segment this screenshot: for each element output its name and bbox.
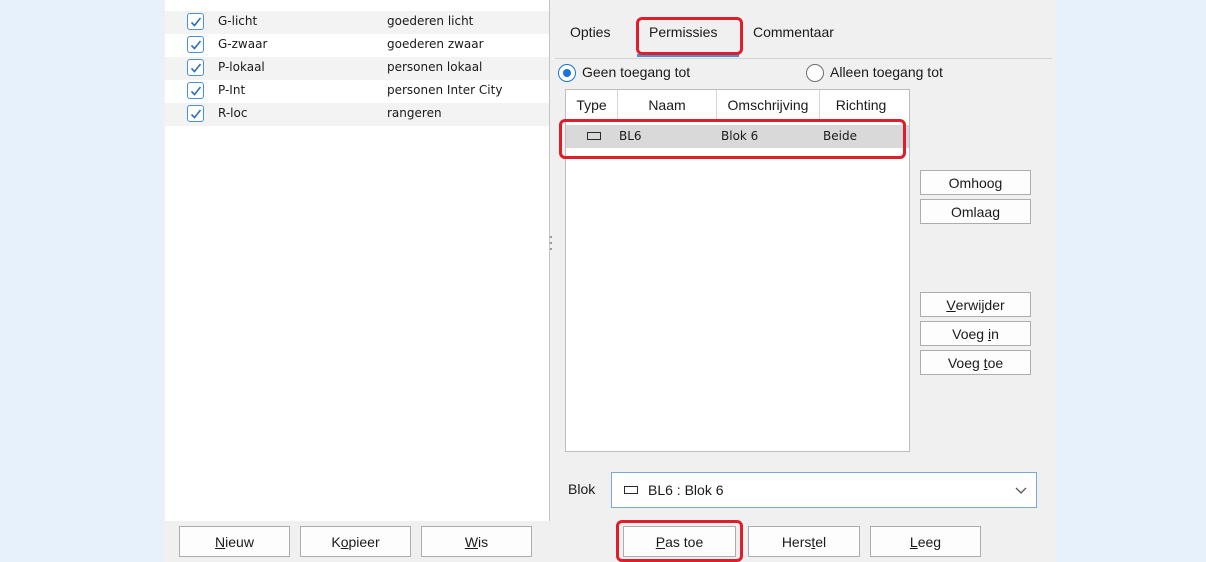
no-access-label[interactable]: Geen toegang tot: [582, 64, 690, 80]
list-item[interactable]: G-zwaar goederen zwaar: [165, 34, 549, 57]
copy-button[interactable]: Ko pieer: [300, 526, 411, 557]
new-button-mnemonic: N: [215, 533, 226, 550]
tab-commentaar[interactable]: Commentaar: [753, 24, 834, 40]
reset-button[interactable]: Hers t el: [748, 526, 860, 557]
list-item-code: G-zwaar: [218, 37, 268, 51]
new-button[interactable]: Nieuw: [179, 526, 290, 557]
delete-button-label-rest: is: [478, 533, 489, 550]
move-up-button[interactable]: Omhoog: [920, 170, 1031, 195]
list-item-code: P-Int: [218, 83, 246, 97]
delete-button-mnemonic: W: [464, 533, 479, 550]
clear-button[interactable]: Leeg: [870, 526, 981, 557]
check-icon: [190, 17, 202, 27]
only-access-radio[interactable]: [806, 64, 824, 82]
copy-button-label-rest: pieer: [348, 533, 380, 550]
apply-button-highlight: [616, 520, 743, 562]
only-access-label[interactable]: Alleen toegang tot: [830, 64, 943, 80]
remove-button-label-rest: erwijder: [955, 296, 1005, 313]
move-down-button[interactable]: Omlaag: [920, 199, 1031, 224]
check-icon: [190, 63, 202, 73]
copy-button-label: K: [331, 533, 341, 550]
insert-button-label: Voeg: [952, 325, 988, 342]
checkbox[interactable]: [187, 59, 204, 76]
delete-button[interactable]: Wis: [421, 526, 532, 557]
checkbox[interactable]: [187, 105, 204, 122]
list-item-code: P-lokaal: [218, 60, 265, 74]
list-item-description: rangeren: [387, 106, 442, 120]
train-type-list: G-licht goederen licht G-zwaar goederen …: [165, 0, 549, 521]
column-header-direction[interactable]: Richting: [820, 90, 902, 120]
left-background: [0, 0, 163, 562]
check-icon: [190, 109, 202, 119]
clear-button-label-rest: eeg: [917, 533, 942, 550]
list-item-description: goederen zwaar: [387, 37, 484, 51]
list-item-description: personen Inter City: [387, 83, 503, 97]
list-item-description: goederen licht: [387, 14, 474, 28]
check-icon: [190, 40, 202, 50]
tab-strip-border: [555, 58, 1052, 59]
reset-button-label-rest: el: [815, 533, 827, 550]
clear-button-mnemonic: L: [909, 533, 918, 550]
checkbox[interactable]: [187, 13, 204, 30]
list-item[interactable]: G-licht goederen licht: [165, 11, 549, 34]
list-item-description: personen lokaal: [387, 60, 483, 74]
row-highlight: [559, 119, 906, 159]
remove-button-mnemonic: V: [946, 296, 956, 313]
rectangle-icon: [624, 486, 638, 494]
chevron-down-icon: [1015, 487, 1027, 494]
block-label: Blok: [568, 481, 596, 497]
list-item-code: G-licht: [218, 14, 258, 28]
permissies-tab-highlight: [636, 17, 743, 55]
reset-button-label: Hers: [781, 533, 812, 550]
tab-opties[interactable]: Opties: [570, 24, 610, 40]
column-header-name[interactable]: Naam: [618, 90, 717, 120]
list-item-code: R-loc: [218, 106, 248, 120]
column-header-type[interactable]: Type: [566, 90, 618, 120]
column-header-description[interactable]: Omschrijving: [717, 90, 820, 120]
right-background: [1056, 0, 1206, 562]
splitter-handle[interactable]: [549, 236, 553, 256]
insert-button[interactable]: Voeg in: [920, 321, 1031, 346]
add-button-label-rest: oe: [987, 354, 1004, 371]
copy-button-mnemonic: o: [340, 533, 349, 550]
remove-button[interactable]: Verwijder: [920, 292, 1031, 317]
list-item[interactable]: P-Int personen Inter City: [165, 80, 549, 103]
insert-button-label-rest: n: [991, 325, 999, 342]
block-select[interactable]: BL6 : Blok 6: [611, 472, 1037, 508]
no-access-radio[interactable]: [558, 64, 576, 82]
panel-divider: [549, 0, 550, 521]
checkbox[interactable]: [187, 82, 204, 99]
checkbox[interactable]: [187, 36, 204, 53]
block-select-value: BL6 : Blok 6: [648, 482, 724, 498]
check-icon: [190, 86, 202, 96]
new-button-label-rest: ieuw: [225, 533, 254, 550]
add-button[interactable]: Voeg t oe: [920, 350, 1031, 375]
list-item[interactable]: R-loc rangeren: [165, 103, 549, 126]
list-item[interactable]: P-lokaal personen lokaal: [165, 57, 549, 80]
add-button-label: Voeg: [947, 354, 984, 371]
